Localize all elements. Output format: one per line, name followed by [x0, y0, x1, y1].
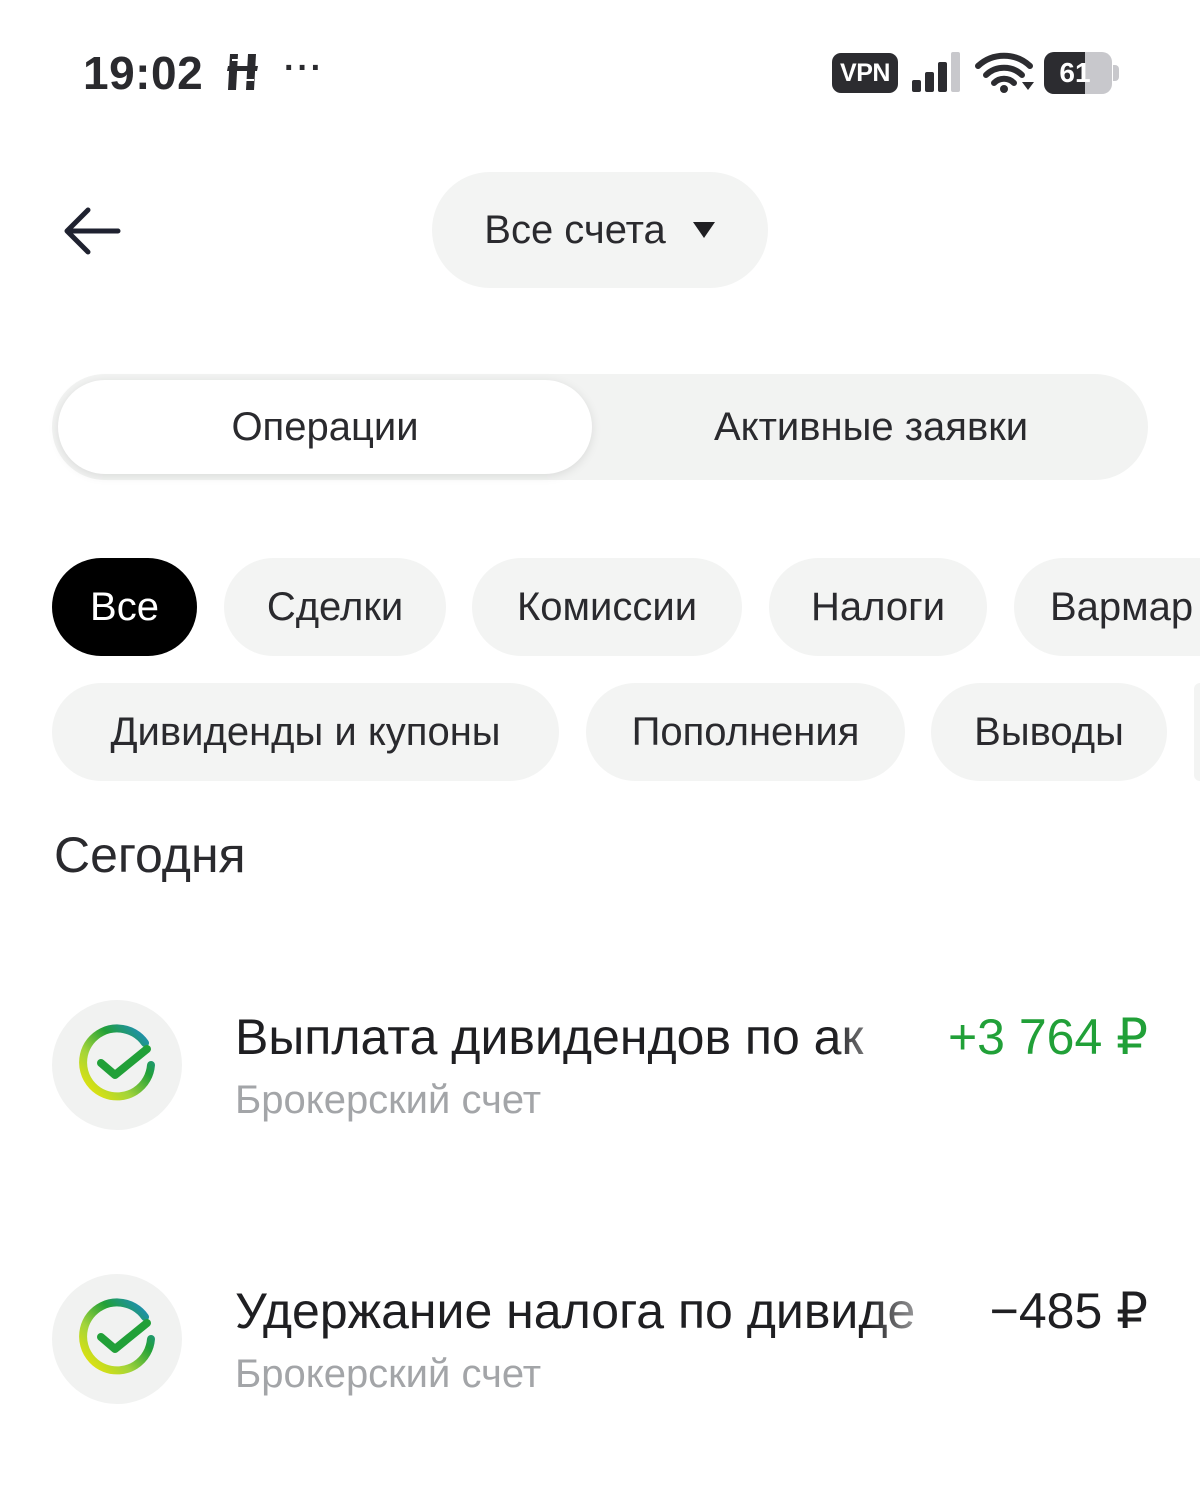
operation-title: Выплата дивидендов по ак [235, 1009, 864, 1065]
operation-title: Удержание налога по дивиде [235, 1283, 916, 1339]
filter-chip-varmar[interactable]: Вармар [1014, 558, 1200, 656]
bank-check-icon [79, 1298, 155, 1375]
status-time: 19:02 [83, 47, 204, 99]
wifi-icon [975, 52, 1034, 93]
operation-row[interactable]: Удержание налога по дивиде Брокерский сч… [0, 1274, 1200, 1414]
bank-logo [52, 1274, 182, 1404]
status-bar: 19:02 ··· VPN 61 [0, 0, 1200, 140]
operation-row[interactable]: Выплата дивидендов по ак Брокерский счет… [0, 1000, 1200, 1140]
chevron-down-icon [692, 222, 715, 238]
bank-check-icon [79, 1024, 155, 1101]
more-notifications-icon: ··· [284, 49, 324, 87]
vpn-badge: VPN [832, 53, 898, 93]
battery-percent: 61 [1059, 57, 1091, 88]
filter-chip-taxes[interactable]: Налоги [769, 558, 987, 656]
filter-chip-withdrawals[interactable]: Выводы [931, 683, 1167, 781]
filter-chip-more[interactable] [1194, 683, 1200, 781]
account-selector[interactable]: Все счета [432, 172, 768, 288]
filter-chip-dividends[interactable]: Дивиденды и купоны [52, 683, 559, 781]
filter-chip-all[interactable]: Все [52, 558, 197, 656]
filter-chip-commissions[interactable]: Комиссии [472, 558, 742, 656]
tab-operations[interactable]: Операции [58, 380, 592, 474]
account-selector-label: Все счета [484, 207, 666, 252]
filter-chip-deals[interactable]: Сделки [224, 558, 446, 656]
operation-account: Брокерский счет [235, 1078, 542, 1122]
filter-chip-deposits[interactable]: Пополнения [586, 683, 905, 781]
operation-amount: −485 ₽ [989, 1283, 1148, 1339]
hourglass-notification-icon [227, 54, 258, 90]
battery-indicator: 61 [1044, 52, 1120, 94]
operation-account: Брокерский счет [235, 1352, 542, 1396]
cellular-signal-icon [912, 52, 960, 92]
operations-tabs: Операции Активные заявки [52, 374, 1148, 480]
back-arrow-icon[interactable] [58, 198, 124, 264]
bank-logo [52, 1000, 182, 1130]
tab-active-orders[interactable]: Активные заявки [600, 380, 1142, 474]
operation-amount: +3 764 ₽ [947, 1009, 1148, 1065]
section-title-today: Сегодня [54, 827, 246, 883]
